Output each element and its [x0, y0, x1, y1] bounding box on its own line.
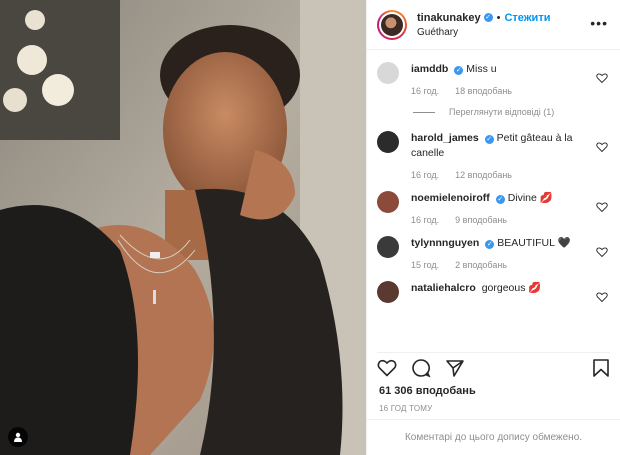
- commenter-avatar[interactable]: [377, 62, 399, 84]
- post-sidebar: tinakunakey ✓ • Стежити Guéthary ••• iam…: [366, 0, 620, 455]
- comment-item: iamddb ✓ Miss u 16 год. 18 вподобань: [377, 62, 610, 99]
- like-comment-heart-icon[interactable]: [596, 72, 608, 84]
- comment-likes[interactable]: 9 вподобань: [455, 215, 507, 225]
- location-link[interactable]: Guéthary: [417, 27, 550, 38]
- comment-likes[interactable]: 2 вподобань: [455, 260, 507, 270]
- selfie-image: [0, 0, 366, 455]
- comments-list: iamddb ✓ Miss u 16 год. 18 вподобань Перег…: [367, 50, 620, 350]
- share-send-icon[interactable]: [445, 358, 465, 378]
- comment-likes[interactable]: 12 вподобань: [455, 170, 512, 180]
- comment-bubble-icon[interactable]: [411, 358, 431, 378]
- verified-badge-icon: ✓: [454, 66, 464, 75]
- view-replies-button[interactable]: Переглянути відповіді (1): [413, 107, 610, 117]
- verified-badge-icon: ✓: [483, 13, 493, 22]
- separator-dot: •: [496, 11, 501, 24]
- comment-item: nataliehalcro gorgeous 💋: [377, 281, 610, 303]
- comment-username[interactable]: nataliehalcro: [411, 282, 476, 294]
- like-comment-heart-icon[interactable]: [596, 291, 608, 303]
- comment-username[interactable]: tylynnnguyen: [411, 237, 479, 249]
- post-timestamp[interactable]: 16 ГОД ТОМУ: [379, 404, 432, 413]
- comment-username[interactable]: noemielenoiroff: [411, 192, 490, 204]
- replies-divider: [413, 111, 435, 113]
- comment-time[interactable]: 15 год.: [411, 260, 439, 270]
- comment-username[interactable]: harold_james: [411, 132, 479, 144]
- author-username[interactable]: tinakunakey: [417, 12, 481, 24]
- likes-count[interactable]: 61 306 вподобань: [379, 385, 476, 397]
- action-bar: [377, 352, 610, 383]
- comment-text: Divine 💋: [507, 192, 553, 204]
- verified-badge-icon: ✓: [484, 135, 494, 144]
- like-comment-heart-icon[interactable]: [596, 201, 608, 213]
- author-avatar[interactable]: [377, 9, 407, 40]
- like-heart-icon[interactable]: [377, 358, 397, 378]
- verified-badge-icon: ✓: [485, 240, 495, 249]
- comment-likes[interactable]: 18 вподобань: [455, 86, 512, 96]
- comment-item: noemielenoiroff ✓ Divine 💋 16 год. 9 вподо…: [377, 191, 610, 228]
- post-header: tinakunakey ✓ • Стежити Guéthary •••: [367, 0, 620, 50]
- verified-badge-icon: ✓: [495, 195, 505, 204]
- comment-item: tylynnnguyen ✓ BEAUTIFUL 🖤 15 год. 2 вподо…: [377, 236, 610, 273]
- commenter-avatar[interactable]: [377, 236, 399, 258]
- user-tag-icon: [14, 432, 22, 442]
- comment-text: Miss u: [466, 63, 497, 75]
- comment-time[interactable]: 16 год.: [411, 86, 439, 96]
- comment-text: BEAUTIFUL 🖤: [497, 237, 571, 249]
- post: tinakunakey ✓ • Стежити Guéthary ••• iam…: [0, 0, 620, 455]
- commenter-avatar[interactable]: [377, 281, 399, 303]
- tag-people-button[interactable]: [8, 427, 28, 447]
- follow-button[interactable]: Стежити: [504, 12, 550, 24]
- like-comment-heart-icon[interactable]: [596, 141, 608, 153]
- comments-restricted-notice: Коментарі до цього допису обмежено.: [367, 419, 620, 455]
- commenter-avatar[interactable]: [377, 131, 399, 153]
- comment-time[interactable]: 16 год.: [411, 215, 439, 225]
- comment-text: gorgeous 💋: [481, 282, 542, 294]
- comment-username[interactable]: iamddb: [411, 63, 448, 75]
- view-replies-label: Переглянути відповіді (1): [449, 107, 555, 117]
- comment-item: harold_james ✓ Petit gâteau à la canelle …: [377, 131, 610, 183]
- more-options-button[interactable]: •••: [590, 15, 608, 31]
- comment-time[interactable]: 16 год.: [411, 170, 439, 180]
- post-photo[interactable]: [0, 0, 366, 455]
- save-bookmark-icon[interactable]: [592, 358, 610, 378]
- commenter-avatar[interactable]: [377, 191, 399, 213]
- like-comment-heart-icon[interactable]: [596, 246, 608, 258]
